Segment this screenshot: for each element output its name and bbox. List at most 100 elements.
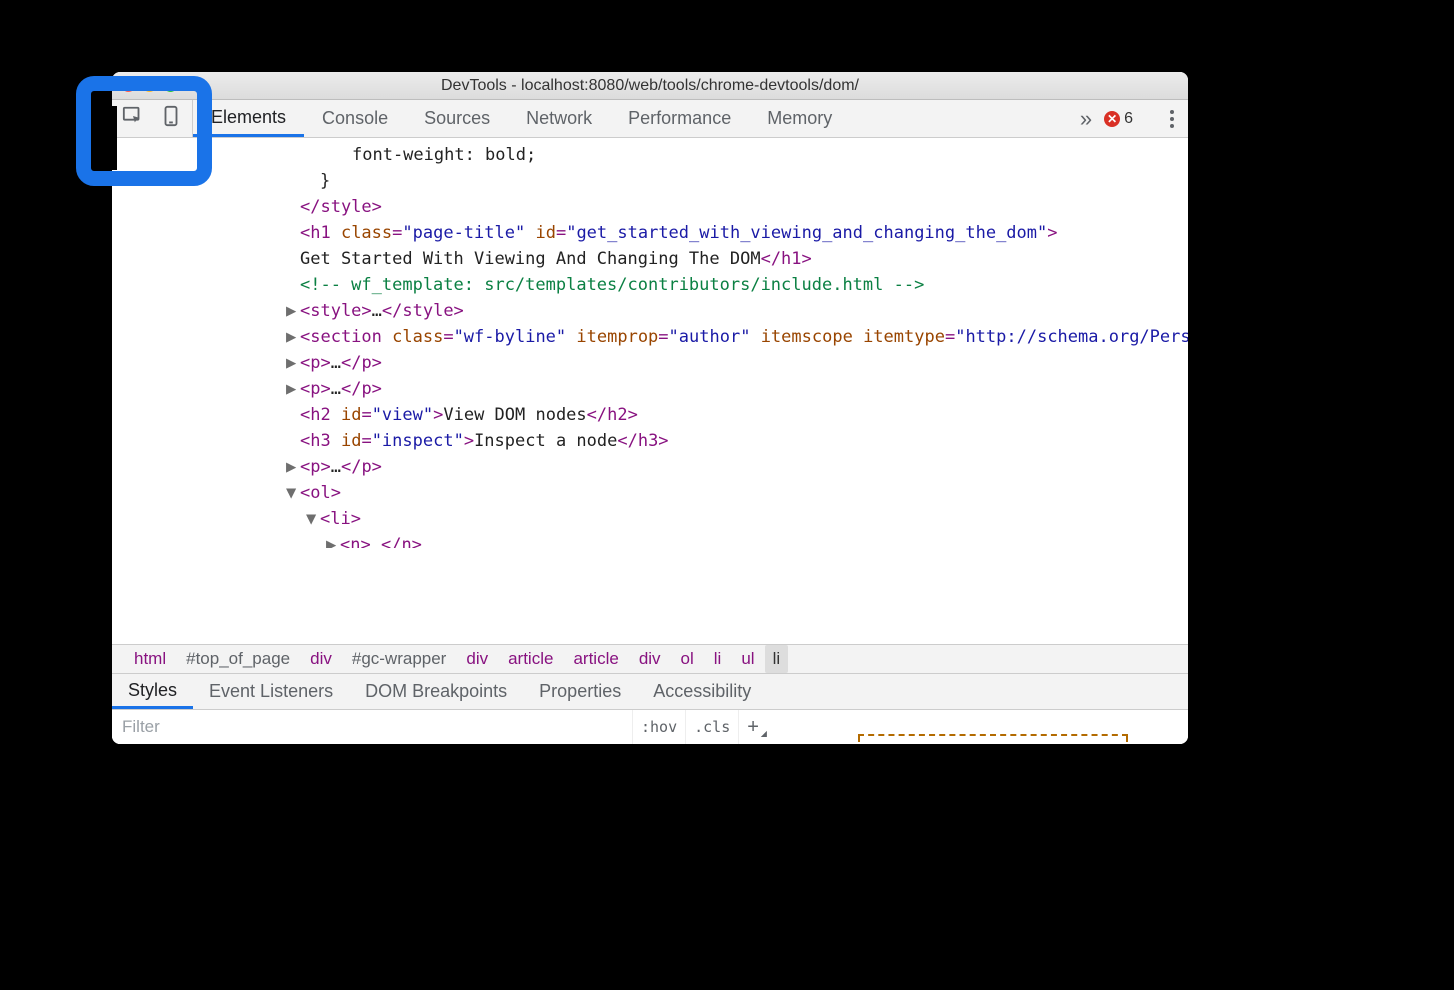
tab-sources[interactable]: Sources (406, 100, 508, 137)
attr-value: "get_started_with_viewing_and_changing_t… (566, 223, 1047, 243)
tab-label: Accessibility (653, 681, 751, 702)
attr-name: itemtype (863, 327, 945, 347)
comment-node: <!-- wf_template: src/templates/contribu… (300, 275, 924, 295)
equals: = (945, 327, 955, 347)
attr-value: "page-title" (402, 223, 525, 243)
expand-icon[interactable]: ▶ (286, 324, 300, 350)
attr-value: "inspect" (372, 431, 464, 451)
text-node: Inspect a node (474, 431, 617, 451)
equals: = (392, 223, 402, 243)
box-model-outline (858, 734, 1128, 742)
dom-line[interactable]: <h3 id="inspect">Inspect a node</h3> (112, 428, 1188, 454)
open-tag: <p> (300, 353, 331, 373)
close-window-button[interactable] (122, 79, 135, 92)
crumb-li[interactable]: li (704, 649, 732, 669)
dom-line[interactable]: font-weight: bold; (112, 142, 1188, 168)
tab-properties[interactable]: Properties (523, 674, 637, 709)
tab-network[interactable]: Network (508, 100, 610, 137)
attr-name: id (341, 405, 361, 425)
styles-pane-tabs: Styles Event Listeners DOM Breakpoints P… (112, 674, 1188, 710)
open-tag: <h3 (300, 431, 341, 451)
tab-performance[interactable]: Performance (610, 100, 749, 137)
dom-line[interactable]: ▶<section class="wf-byline" itemprop="au… (112, 324, 1188, 350)
open-tag: <li> (320, 509, 361, 529)
attr-name: class (392, 327, 443, 347)
expand-icon[interactable]: ▶ (286, 350, 300, 376)
equals: = (443, 327, 453, 347)
gt: > (433, 405, 443, 425)
elements-panel[interactable]: font-weight: bold; } </style> <h1 class=… (112, 138, 1188, 644)
close-tag: </h2> (587, 405, 638, 425)
text-node: View DOM nodes (443, 405, 586, 425)
tab-label: Sources (424, 108, 490, 129)
dom-line[interactable]: <h1 class="page-title" id="get_started_w… (112, 220, 1188, 246)
tab-event-listeners[interactable]: Event Listeners (193, 674, 349, 709)
crumb-article[interactable]: article (563, 649, 628, 669)
expand-icon[interactable]: ▶ (326, 532, 340, 548)
inspect-element-icon[interactable] (122, 105, 144, 132)
crumb-gc-wrapper[interactable]: #gc-wrapper (342, 649, 457, 669)
dom-line[interactable]: ▶<p>…</p> (112, 350, 1188, 376)
tab-label: Network (526, 108, 592, 129)
expand-icon[interactable]: ▶ (286, 376, 300, 402)
gt: > (1047, 223, 1057, 243)
close-tag: </p> (341, 457, 382, 477)
new-style-rule-button[interactable]: +◢ (738, 710, 767, 744)
settings-menu-icon[interactable] (1166, 106, 1178, 132)
dom-line[interactable]: ▶<p>…</p> (112, 454, 1188, 480)
collapse-icon[interactable]: ▼ (306, 506, 320, 532)
dom-line[interactable]: <h2 id="view">View DOM nodes</h2> (112, 402, 1188, 428)
hov-toggle[interactable]: :hov (632, 710, 685, 744)
close-tag: </h3> (617, 431, 668, 451)
tab-label: Styles (128, 680, 177, 701)
expand-icon[interactable]: ▶ (286, 454, 300, 480)
dom-line[interactable]: <!-- wf_template: src/templates/contribu… (112, 272, 1188, 298)
more-tabs-icon[interactable]: » (1080, 106, 1092, 132)
tab-styles[interactable]: Styles (112, 674, 193, 709)
collapse-icon[interactable]: ▼ (286, 480, 300, 506)
dom-line[interactable]: } (112, 168, 1188, 194)
tab-label: Event Listeners (209, 681, 333, 702)
equals: = (361, 431, 371, 451)
crumb-div[interactable]: div (456, 649, 498, 669)
dom-line[interactable]: </style> (112, 194, 1188, 220)
open-tag: <p> (300, 457, 331, 477)
dom-line[interactable]: Get Started With Viewing And Changing Th… (112, 246, 1188, 272)
crumb-article[interactable]: article (498, 649, 563, 669)
dom-line[interactable]: ▶<p>…</p> (112, 376, 1188, 402)
close-tag: </h1> (761, 249, 812, 269)
expand-icon[interactable]: ▶ (286, 298, 300, 324)
tab-elements[interactable]: Elements (193, 100, 304, 137)
error-count-badge[interactable]: ✕ 6 (1104, 110, 1133, 128)
main-tabs: Elements Console Sources Network Perform… (193, 100, 1070, 137)
cls-toggle[interactable]: .cls (685, 710, 738, 744)
dom-line[interactable]: ▶<style>…</style> (112, 298, 1188, 324)
maximize-window-button[interactable] (164, 79, 177, 92)
tab-accessibility[interactable]: Accessibility (637, 674, 767, 709)
equals: = (658, 327, 668, 347)
ellipsis: … (331, 353, 341, 373)
minimize-window-button[interactable] (143, 79, 156, 92)
device-toolbar-icon[interactable] (160, 105, 182, 132)
crumb-li-selected[interactable]: li (765, 645, 789, 673)
open-tag: <h2 (300, 405, 341, 425)
styles-filter-input[interactable] (112, 710, 632, 744)
close-tag: </style> (382, 301, 464, 321)
dom-line[interactable]: ▶<n> </n> (112, 532, 1188, 548)
crumb-div[interactable]: div (629, 649, 671, 669)
toolbar-right: » ✕ 6 (1070, 100, 1188, 137)
crumb-div[interactable]: div (300, 649, 342, 669)
crumb-ol[interactable]: ol (671, 649, 704, 669)
tab-console[interactable]: Console (304, 100, 406, 137)
tab-memory[interactable]: Memory (749, 100, 850, 137)
crumb-ul[interactable]: ul (731, 649, 764, 669)
tab-dom-breakpoints[interactable]: DOM Breakpoints (349, 674, 523, 709)
open-tag: <p> (300, 379, 331, 399)
attr-name: id (341, 431, 361, 451)
dom-line[interactable]: ▼<ol> (112, 480, 1188, 506)
open-tag: <ol> (300, 483, 341, 503)
tab-label: Performance (628, 108, 731, 129)
dom-line[interactable]: ▼<li> (112, 506, 1188, 532)
crumb-html[interactable]: html (124, 649, 176, 669)
crumb-top-of-page[interactable]: #top_of_page (176, 649, 300, 669)
